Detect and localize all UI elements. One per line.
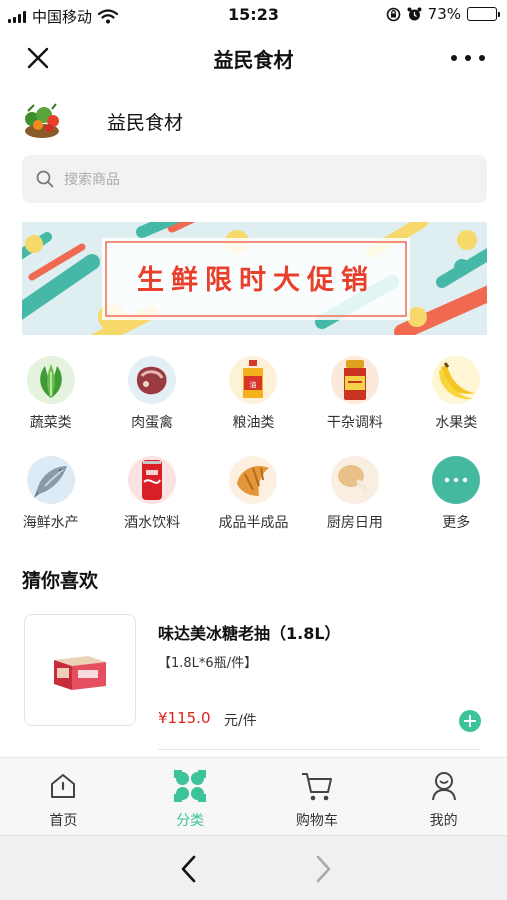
category-fruit[interactable]: 水果类 bbox=[406, 350, 507, 450]
add-to-cart-button[interactable] bbox=[459, 710, 481, 732]
cart-icon bbox=[301, 773, 332, 801]
category-drinks[interactable]: 酒水饮料 bbox=[101, 450, 202, 550]
search-icon bbox=[36, 170, 54, 188]
section-title: 猜你喜欢 bbox=[22, 570, 99, 592]
tab-profile[interactable]: 我的 bbox=[380, 758, 507, 835]
product-box-icon bbox=[54, 656, 106, 690]
more-dot bbox=[451, 55, 457, 61]
cola-can-icon bbox=[128, 456, 177, 504]
cooking-oil-icon: 油 bbox=[229, 356, 278, 404]
category-label: 酒水饮料 bbox=[124, 515, 181, 531]
category-meat[interactable]: 肉蛋禽 bbox=[101, 350, 202, 450]
product-name[interactable]: 味达美冰糖老抽（1.8L） bbox=[158, 620, 341, 644]
category-label: 更多 bbox=[442, 515, 471, 531]
category-label: 肉蛋禽 bbox=[131, 415, 174, 431]
battery-percent: 73% bbox=[427, 5, 461, 23]
tab-home[interactable]: 首页 bbox=[0, 758, 127, 835]
banana-icon bbox=[432, 356, 481, 404]
more-dot bbox=[479, 55, 485, 61]
sauce-jar-icon bbox=[330, 356, 379, 404]
more-button[interactable] bbox=[451, 44, 485, 72]
battery-icon bbox=[467, 7, 500, 21]
category-label: 厨房日用 bbox=[326, 515, 383, 531]
tab-bar: 首页 分类 购物车 我的 bbox=[0, 757, 507, 835]
tab-category[interactable]: 分类 bbox=[127, 758, 254, 835]
status-bar: 中国移动 15:23 73% bbox=[0, 0, 507, 30]
category-label: 粮油类 bbox=[232, 415, 275, 431]
more-dots-icon bbox=[432, 456, 481, 504]
rotation-lock-icon bbox=[386, 7, 400, 21]
chevron-left-icon[interactable] bbox=[176, 854, 202, 884]
product-card[interactable]: 味达美冰糖老抽（1.8L） 【1.8L*6瓶/件】 ¥115.0 元/件 bbox=[22, 612, 487, 752]
page-title: 益民食材 bbox=[213, 48, 294, 72]
home-icon bbox=[51, 774, 76, 798]
category-grain-oil[interactable]: 油 粮油类 bbox=[203, 350, 304, 450]
product-price: ¥115.0 bbox=[158, 709, 211, 727]
category-sauce[interactable]: 干杂调料 bbox=[304, 350, 405, 450]
category-vegetable[interactable]: 蔬菜类 bbox=[0, 350, 101, 450]
alarm-icon bbox=[407, 7, 422, 20]
category-row: 海鲜水产 酒水饮料 成品半成品 厨房日用 更多 bbox=[0, 450, 507, 550]
tab-label: 首页 bbox=[49, 813, 78, 829]
category-more[interactable]: 更多 bbox=[406, 450, 507, 550]
category-grid: 蔬菜类 肉蛋禽 油 粮油类 干杂调料 水果类 海鲜水产 酒水饮料 成品半成品 厨… bbox=[0, 350, 507, 550]
search-input[interactable]: 搜索商品 bbox=[22, 155, 487, 203]
browser-toolbar bbox=[0, 835, 507, 900]
tab-cart[interactable]: 购物车 bbox=[254, 758, 381, 835]
category-label: 水果类 bbox=[435, 415, 478, 431]
shop-header: 益民食材 bbox=[22, 98, 183, 144]
category-kitchen[interactable]: 厨房日用 bbox=[304, 450, 405, 550]
vegetable-icon bbox=[26, 356, 75, 404]
more-dot bbox=[465, 55, 471, 61]
promo-banner[interactable]: 生鲜限时大促销 bbox=[22, 222, 487, 335]
category-label: 成品半成品 bbox=[218, 515, 289, 531]
banner-text: 生鲜限时大促销 bbox=[137, 265, 375, 296]
fish-icon bbox=[26, 456, 75, 504]
category-label: 干杂调料 bbox=[326, 415, 383, 431]
divider bbox=[158, 749, 480, 750]
category-label: 海鲜水产 bbox=[22, 515, 79, 531]
svg-text:油: 油 bbox=[250, 380, 257, 389]
category-label: 蔬菜类 bbox=[29, 415, 72, 431]
meat-icon bbox=[128, 356, 177, 404]
chevron-right-icon[interactable] bbox=[310, 854, 336, 884]
status-right: 73% bbox=[386, 5, 500, 23]
shop-name[interactable]: 益民食材 bbox=[107, 108, 183, 135]
nav-bar: 益民食材 bbox=[0, 30, 507, 86]
chicken-leg-icon bbox=[330, 456, 379, 504]
tab-label: 分类 bbox=[176, 813, 205, 829]
tab-label: 购物车 bbox=[295, 813, 338, 829]
category-clover-icon bbox=[174, 770, 207, 802]
category-seafood[interactable]: 海鲜水产 bbox=[0, 450, 101, 550]
category-row: 蔬菜类 肉蛋禽 油 粮油类 干杂调料 水果类 bbox=[0, 350, 507, 450]
profile-icon bbox=[431, 772, 456, 801]
search-placeholder: 搜索商品 bbox=[64, 172, 120, 188]
product-image[interactable] bbox=[24, 614, 136, 726]
croissant-icon bbox=[229, 456, 278, 504]
product-spec: 【1.8L*6瓶/件】 bbox=[158, 656, 258, 671]
shop-logo[interactable] bbox=[22, 101, 62, 141]
category-prepared-food[interactable]: 成品半成品 bbox=[203, 450, 304, 550]
product-unit: 元/件 bbox=[224, 713, 257, 729]
tab-label: 我的 bbox=[429, 813, 458, 829]
